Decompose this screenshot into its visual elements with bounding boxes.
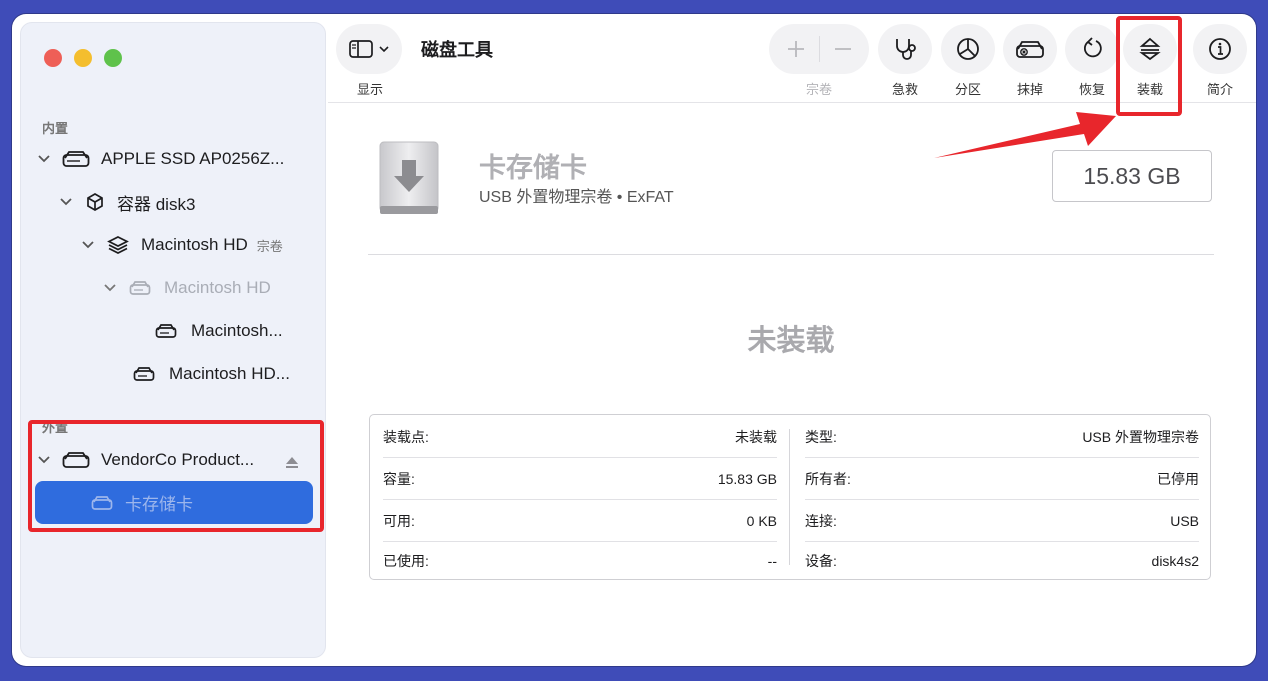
info-key: 已使用: — [383, 552, 429, 569]
info-key: 连接: — [805, 512, 837, 529]
sidebar-item-label: 容器 disk3 — [117, 194, 196, 214]
drive-icon — [155, 323, 177, 339]
partition-button[interactable] — [941, 24, 995, 74]
info-value: 0 KB — [746, 512, 777, 529]
annotation-highlight-external-drive — [28, 420, 324, 532]
info-value: 已停用 — [1157, 470, 1199, 487]
info-key: 类型: — [805, 428, 837, 445]
drive-icon — [62, 150, 90, 168]
divider — [818, 36, 820, 62]
external-drive-large-icon — [378, 140, 440, 218]
volume-add-remove-group — [769, 24, 869, 74]
chevron-down-icon — [379, 45, 389, 53]
chevron-down-icon[interactable] — [103, 281, 117, 295]
volume-name: 卡存储卡 — [479, 153, 587, 183]
info-icon — [1208, 37, 1232, 61]
sidebar: 内置 APPLE SSD AP0256Z... 容器 disk3 Macinto… — [20, 22, 326, 658]
sidebar-item-container[interactable]: 容器 disk3 — [59, 182, 195, 222]
first-aid-label: 急救 — [891, 82, 918, 97]
annotation-highlight-mount — [1116, 16, 1182, 116]
erase-drive-icon — [1015, 38, 1045, 60]
add-volume-button[interactable] — [785, 38, 807, 60]
minimize-window-button[interactable] — [74, 49, 92, 67]
divider — [368, 254, 1214, 255]
info-row-capacity: 容量: 15.83 GB — [383, 458, 777, 499]
column-divider — [789, 429, 790, 565]
pie-chart-icon — [956, 37, 980, 61]
volume-subtitle: USB 外置物理宗卷 • ExFAT — [479, 189, 674, 206]
volume-label: 宗卷 — [805, 82, 832, 97]
layers-icon — [107, 235, 129, 255]
info-key: 容量: — [383, 470, 415, 487]
sidebar-item-apple-ssd[interactable]: APPLE SSD AP0256Z... — [37, 139, 284, 179]
container-cube-icon — [85, 192, 105, 212]
info-value: USB 外置物理宗卷 — [1082, 428, 1199, 445]
chevron-down-icon[interactable] — [59, 195, 73, 209]
info-value: USB — [1170, 512, 1199, 529]
info-row-available: 可用: 0 KB — [383, 500, 777, 541]
info-value: 未装载 — [735, 428, 777, 445]
sidebar-toggle-icon — [349, 40, 375, 58]
info-value: disk4s2 — [1151, 552, 1199, 569]
close-window-button[interactable] — [44, 49, 62, 67]
drive-icon — [133, 366, 155, 382]
sidebar-item-label: Macintosh HD — [164, 278, 271, 297]
restore-button[interactable] — [1065, 24, 1119, 74]
partition-label: 分区 — [954, 82, 981, 97]
sidebar-item-macintosh-hd-data[interactable]: Macintosh HD... — [133, 354, 290, 394]
sidebar-item-macintosh-hd-dimmed[interactable]: Macintosh HD — [103, 268, 271, 308]
view-label: 显示 — [356, 82, 383, 97]
info-key: 所有者: — [805, 470, 851, 487]
info-row-mount-point: 装载点: 未装载 — [383, 416, 777, 457]
info-button[interactable] — [1193, 24, 1247, 74]
info-key: 装载点: — [383, 428, 429, 445]
info-row-owners: 所有者: 已停用 — [805, 458, 1199, 499]
app-title: 磁盘工具 — [421, 40, 493, 60]
chevron-down-icon[interactable] — [81, 238, 95, 252]
first-aid-button[interactable] — [878, 24, 932, 74]
info-key: 可用: — [383, 512, 415, 529]
view-toggle-button[interactable] — [336, 24, 402, 74]
info-row-device: 设备: disk4s2 — [805, 540, 1199, 581]
restore-label: 恢复 — [1078, 82, 1105, 97]
sidebar-item-macintosh-snapshot[interactable]: Macintosh... — [155, 311, 283, 351]
info-label: 简介 — [1206, 82, 1233, 97]
info-value: 15.83 GB — [717, 470, 777, 487]
mount-status: 未装载 — [747, 325, 835, 357]
drive-icon — [129, 280, 151, 296]
sidebar-item-label: Macintosh... — [191, 321, 283, 340]
sidebar-item-label: Macintosh HD — [141, 235, 248, 254]
info-key: 设备: — [805, 552, 837, 569]
disk-utility-window: 内置 APPLE SSD AP0256Z... 容器 disk3 Macinto… — [12, 14, 1256, 666]
chevron-down-icon[interactable] — [37, 152, 51, 166]
sidebar-item-volume-group[interactable]: Macintosh HD 宗卷 — [81, 225, 283, 265]
sidebar-item-label: APPLE SSD AP0256Z... — [101, 149, 285, 168]
info-row-type: 类型: USB 外置物理宗卷 — [805, 416, 1199, 457]
stethoscope-icon — [891, 37, 919, 61]
remove-volume-button[interactable] — [832, 38, 854, 60]
info-table: 装载点: 未装载 容量: 15.83 GB 可用: 0 KB 已使用: -- 类… — [369, 414, 1211, 580]
sidebar-item-label: Macintosh HD... — [169, 364, 290, 383]
volume-badge: 宗卷 — [256, 238, 283, 254]
erase-button[interactable] — [1003, 24, 1057, 74]
info-row-used: 已使用: -- — [383, 540, 777, 581]
erase-label: 抹掉 — [1016, 82, 1043, 97]
zoom-window-button[interactable] — [104, 49, 122, 67]
section-label-internal: 内置 — [42, 121, 69, 136]
info-value: -- — [767, 552, 777, 569]
annotation-arrow-icon — [934, 112, 1116, 158]
restore-icon — [1080, 37, 1104, 61]
info-row-connection: 连接: USB — [805, 500, 1199, 541]
